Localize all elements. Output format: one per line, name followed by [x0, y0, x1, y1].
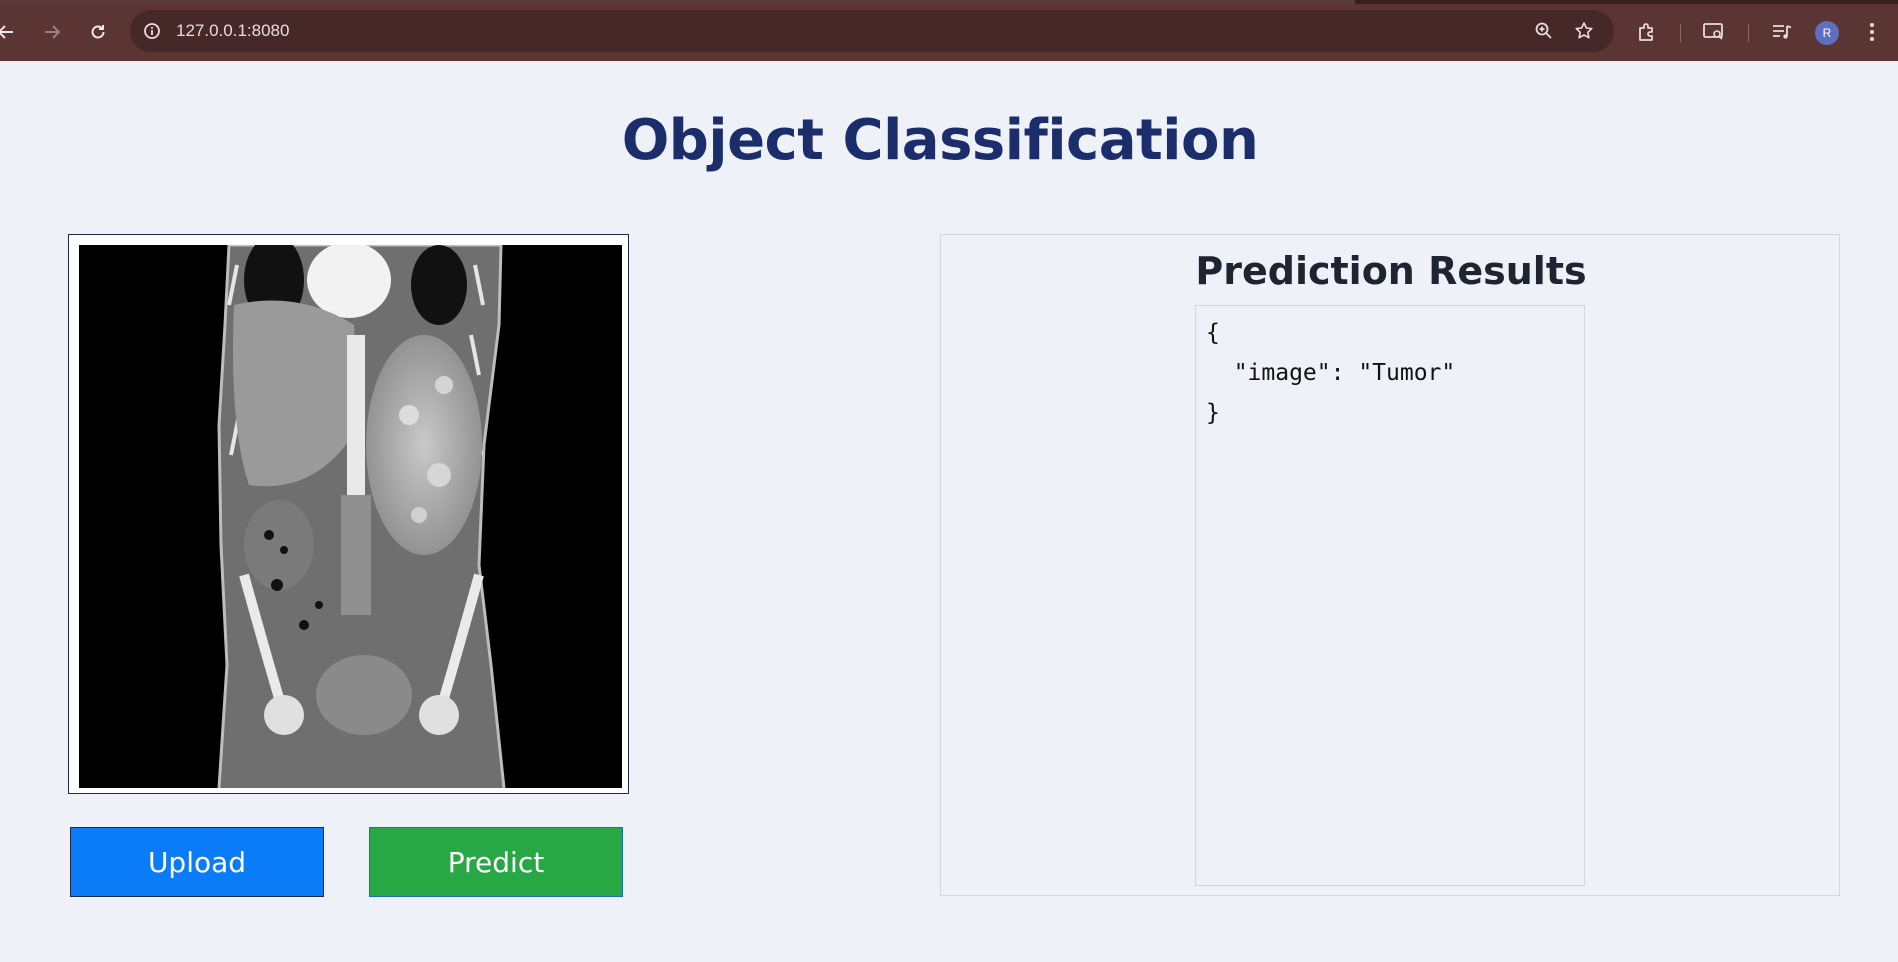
upload-button[interactable]: Upload — [70, 827, 324, 897]
results-panel: Prediction Results { "image": "Tumor" } — [940, 234, 1840, 896]
ct-scan-image — [79, 235, 622, 789]
back-arrow-icon — [0, 25, 13, 39]
json-line: "image": "Tumor" — [1206, 360, 1456, 386]
cast-search-icon — [1703, 23, 1723, 40]
site-info-button[interactable] — [140, 19, 164, 43]
profile-avatar[interactable]: R — [1815, 21, 1839, 45]
url-text[interactable]: 127.0.0.1:8080 — [176, 21, 289, 41]
reload-icon — [91, 25, 105, 39]
page-title: Object Classification — [621, 108, 1259, 173]
bookmark-button[interactable] — [1572, 19, 1596, 43]
zoom-button[interactable] — [1532, 19, 1556, 43]
site-info-icon — [144, 23, 160, 39]
forward-button[interactable] — [36, 16, 68, 48]
kebab-menu-icon — [1870, 23, 1874, 41]
cast-button[interactable] — [1700, 18, 1728, 46]
extensions-button[interactable] — [1633, 18, 1661, 46]
results-title: Prediction Results — [1195, 249, 1587, 293]
browser-menu-button[interactable] — [1858, 18, 1886, 46]
results-output: { "image": "Tumor" } — [1195, 305, 1585, 886]
json-line: } — [1206, 400, 1220, 426]
image-preview-frame — [68, 234, 629, 794]
back-button[interactable] — [0, 16, 22, 48]
address-bar[interactable]: 127.0.0.1:8080 — [130, 10, 1614, 52]
media-button[interactable] — [1768, 18, 1796, 46]
toolbar-separator — [1680, 24, 1681, 42]
predict-button[interactable]: Predict — [369, 827, 623, 897]
zoom-icon — [1535, 22, 1552, 39]
browser-toolbar: 127.0.0.1:8080 R — [0, 4, 1898, 61]
forward-arrow-icon — [45, 25, 61, 39]
toolbar-separator — [1748, 24, 1749, 42]
json-line: { — [1206, 320, 1220, 346]
bookmark-star-icon — [1575, 22, 1593, 39]
reload-button[interactable] — [82, 16, 114, 48]
extensions-puzzle-icon — [1639, 23, 1653, 41]
media-queue-icon — [1773, 25, 1792, 39]
